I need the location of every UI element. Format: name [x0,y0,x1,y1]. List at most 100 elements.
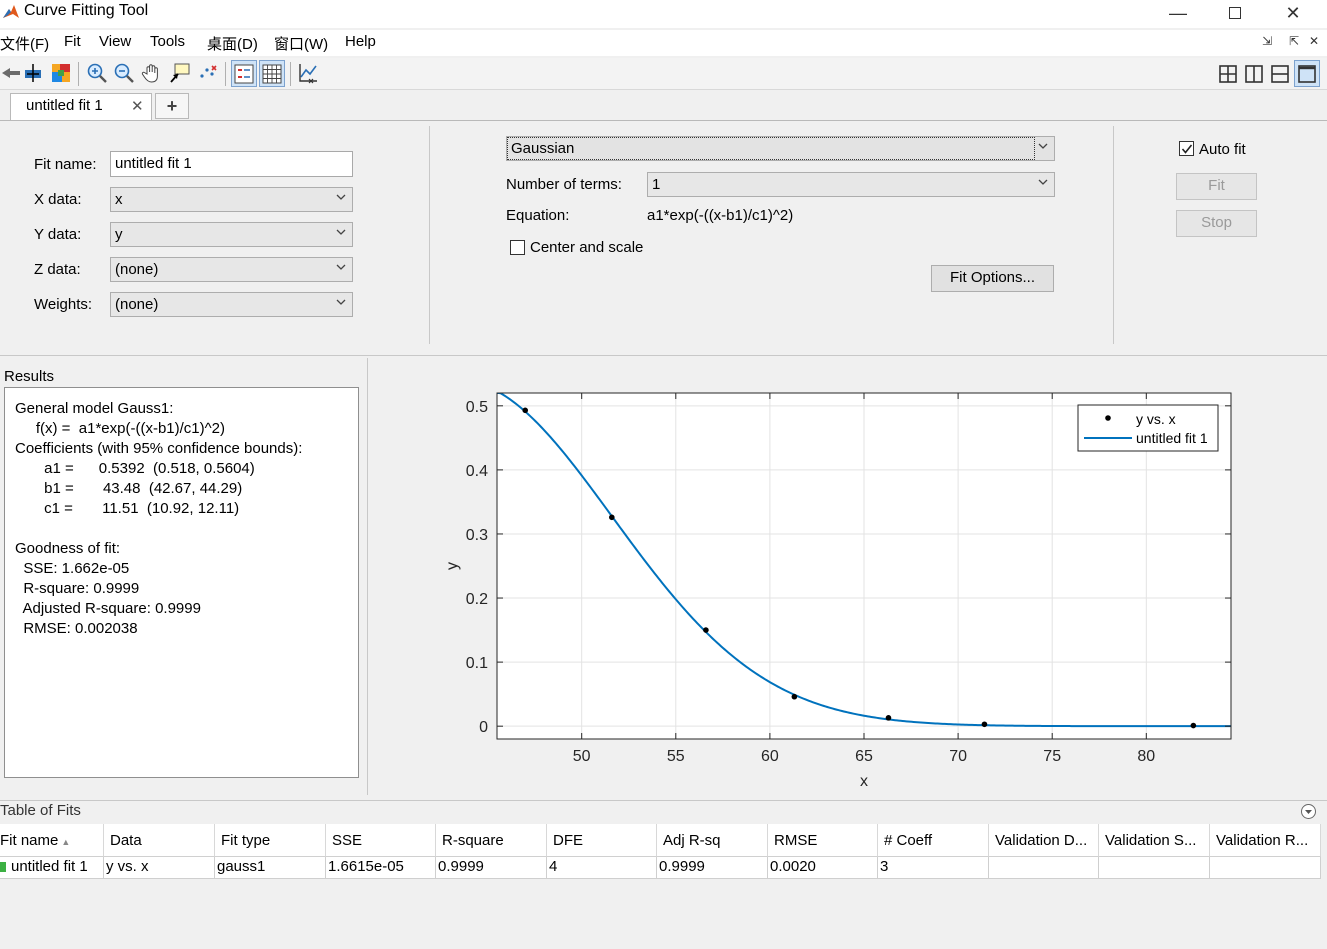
table-cell-fit-name[interactable]: untitled fit 1 [0,857,104,879]
fit-type-select[interactable]: Gaussian [506,136,1055,161]
exclude-outliers-icon[interactable] [197,62,219,84]
menu-file[interactable]: 文件(F) [0,33,49,54]
zoom-in-icon[interactable] [86,62,108,84]
terms-select[interactable]: 1 [647,172,1055,197]
stop-button[interactable]: Stop [1176,210,1257,237]
results-line: SSE: 1.662e-05 [15,560,130,577]
weights-label: Weights: [34,296,93,313]
z-data-label: Z data: [34,261,81,278]
undock-icon[interactable]: ⇲ [1262,34,1272,48]
zoom-out-icon[interactable] [113,62,135,84]
plot-data-icon[interactable] [22,62,44,84]
menu-help[interactable]: Help [345,33,376,50]
results-line: R-square: 0.9999 [15,580,140,597]
table-cell[interactable]: 0.9999 [436,857,547,879]
results-line: b1 = 43.48 (42.67, 44.29) [15,480,243,497]
data-cursor-icon[interactable] [169,62,191,84]
back-arrow-icon[interactable] [0,62,22,84]
minimize-icon[interactable]: — [1153,0,1203,26]
table-cell[interactable]: 3 [878,857,989,879]
table-cell[interactable] [1210,857,1321,879]
menu-tools[interactable]: Tools [150,33,185,50]
weights-value: (none) [115,296,159,313]
maximize-icon[interactable] [1210,0,1260,26]
table-column-header[interactable]: R-square [436,824,547,857]
add-tab-button[interactable]: + [155,93,189,119]
chevron-down-icon [336,229,346,235]
x-tick-label: 60 [761,748,779,765]
layout-rows-icon[interactable] [1270,64,1290,84]
table-cell[interactable]: 4 [547,857,657,879]
toolbar-separator [225,62,226,86]
close-window-icon[interactable]: ✕ [1268,0,1318,26]
table-cell[interactable]: 1.6615e-05 [326,857,436,879]
table-cell[interactable] [989,857,1099,879]
table-column-header[interactable]: Adj R-sq [657,824,768,857]
fit-options-button[interactable]: Fit Options... [931,265,1054,292]
table-column-header[interactable]: Fit name ▲ [0,824,104,857]
menu-desktop[interactable]: 桌面(D) [207,33,258,54]
matlab-logo-icon [3,5,19,18]
x-tick-label: 55 [667,748,685,765]
chevron-down-icon [336,194,346,200]
layout-grid-icon[interactable] [1218,64,1238,84]
y-tick-label: 0 [479,719,488,736]
table-column-header[interactable]: Validation R... [1210,824,1321,857]
table-column-header[interactable]: Fit type [215,824,326,857]
close-figure-icon[interactable]: ✕ [1309,34,1319,48]
pan-hand-icon[interactable] [141,62,163,84]
chevron-down-icon [1038,179,1048,185]
terms-label: Number of terms: [506,176,622,193]
z-data-select[interactable]: (none) [110,257,353,282]
menu-bar [0,30,1327,56]
fit-name-input[interactable]: untitled fit 1 [110,151,353,177]
center-scale-checkbox[interactable] [510,240,525,255]
table-column-header[interactable]: Validation S... [1099,824,1210,857]
fit-name-label: Fit name: [34,156,97,173]
layout-single-icon [1298,65,1316,83]
y-tick-label: 0.3 [466,527,488,544]
surface-plot-icon[interactable] [50,62,72,84]
y-axis-label: y [444,562,461,570]
weights-select[interactable]: (none) [110,292,353,317]
layout-columns-icon[interactable] [1244,64,1264,84]
table-column-header[interactable]: Data [104,824,215,857]
table-column-header[interactable]: # Coeff [878,824,989,857]
menu-fit[interactable]: Fit [64,33,81,50]
chevron-down-icon [336,264,346,270]
table-cell[interactable] [1099,857,1210,879]
data-point [609,514,615,521]
legend-marker-points [1105,415,1111,421]
y-data-label: Y data: [34,226,82,243]
table-cell[interactable]: y vs. x [104,857,215,879]
fit-button[interactable]: Fit [1176,173,1257,200]
table-cell[interactable]: 0.0020 [768,857,878,879]
window-title: Curve Fitting Tool [24,2,149,19]
tab-close-icon[interactable]: ✕ [131,97,144,115]
menu-window[interactable]: 窗口(W) [274,33,328,54]
y-tick-label: 0.4 [466,463,488,480]
results-line: General model Gauss1: [15,400,174,417]
results-line: RMSE: 0.002038 [15,620,138,637]
auto-fit-checkbox[interactable] [1179,141,1194,156]
table-cell[interactable]: gauss1 [215,857,326,879]
table-column-header[interactable]: DFE [547,824,657,857]
fit-plot[interactable]: 50 55 60 65 70 75 80 0 0.1 0.2 0.3 0.4 0.5 x y y vs. x… [372,358,1325,795]
table-cell[interactable]: 0.9999 [657,857,768,879]
fit-tab-strip [0,91,1327,121]
collapse-panel-icon[interactable] [1300,803,1317,820]
table-column-header[interactable]: Validation D... [989,824,1099,857]
x-tick-label: 65 [855,748,873,765]
results-panel: General model Gauss1: f(x) = a1*exp(-((x… [4,387,359,778]
axes-limits-icon[interactable] [297,62,319,84]
x-data-select[interactable]: x [110,187,353,212]
y-data-select[interactable]: y [110,222,353,247]
focus-outline [507,137,1035,160]
x-axis-label: x [860,773,868,790]
results-title: Results [4,368,55,385]
dock-icon[interactable]: ⇱ [1289,34,1299,48]
fit-status-icon [0,862,6,872]
table-column-header[interactable]: RMSE [768,824,878,857]
menu-view[interactable]: View [99,33,131,50]
table-column-header[interactable]: SSE [326,824,436,857]
